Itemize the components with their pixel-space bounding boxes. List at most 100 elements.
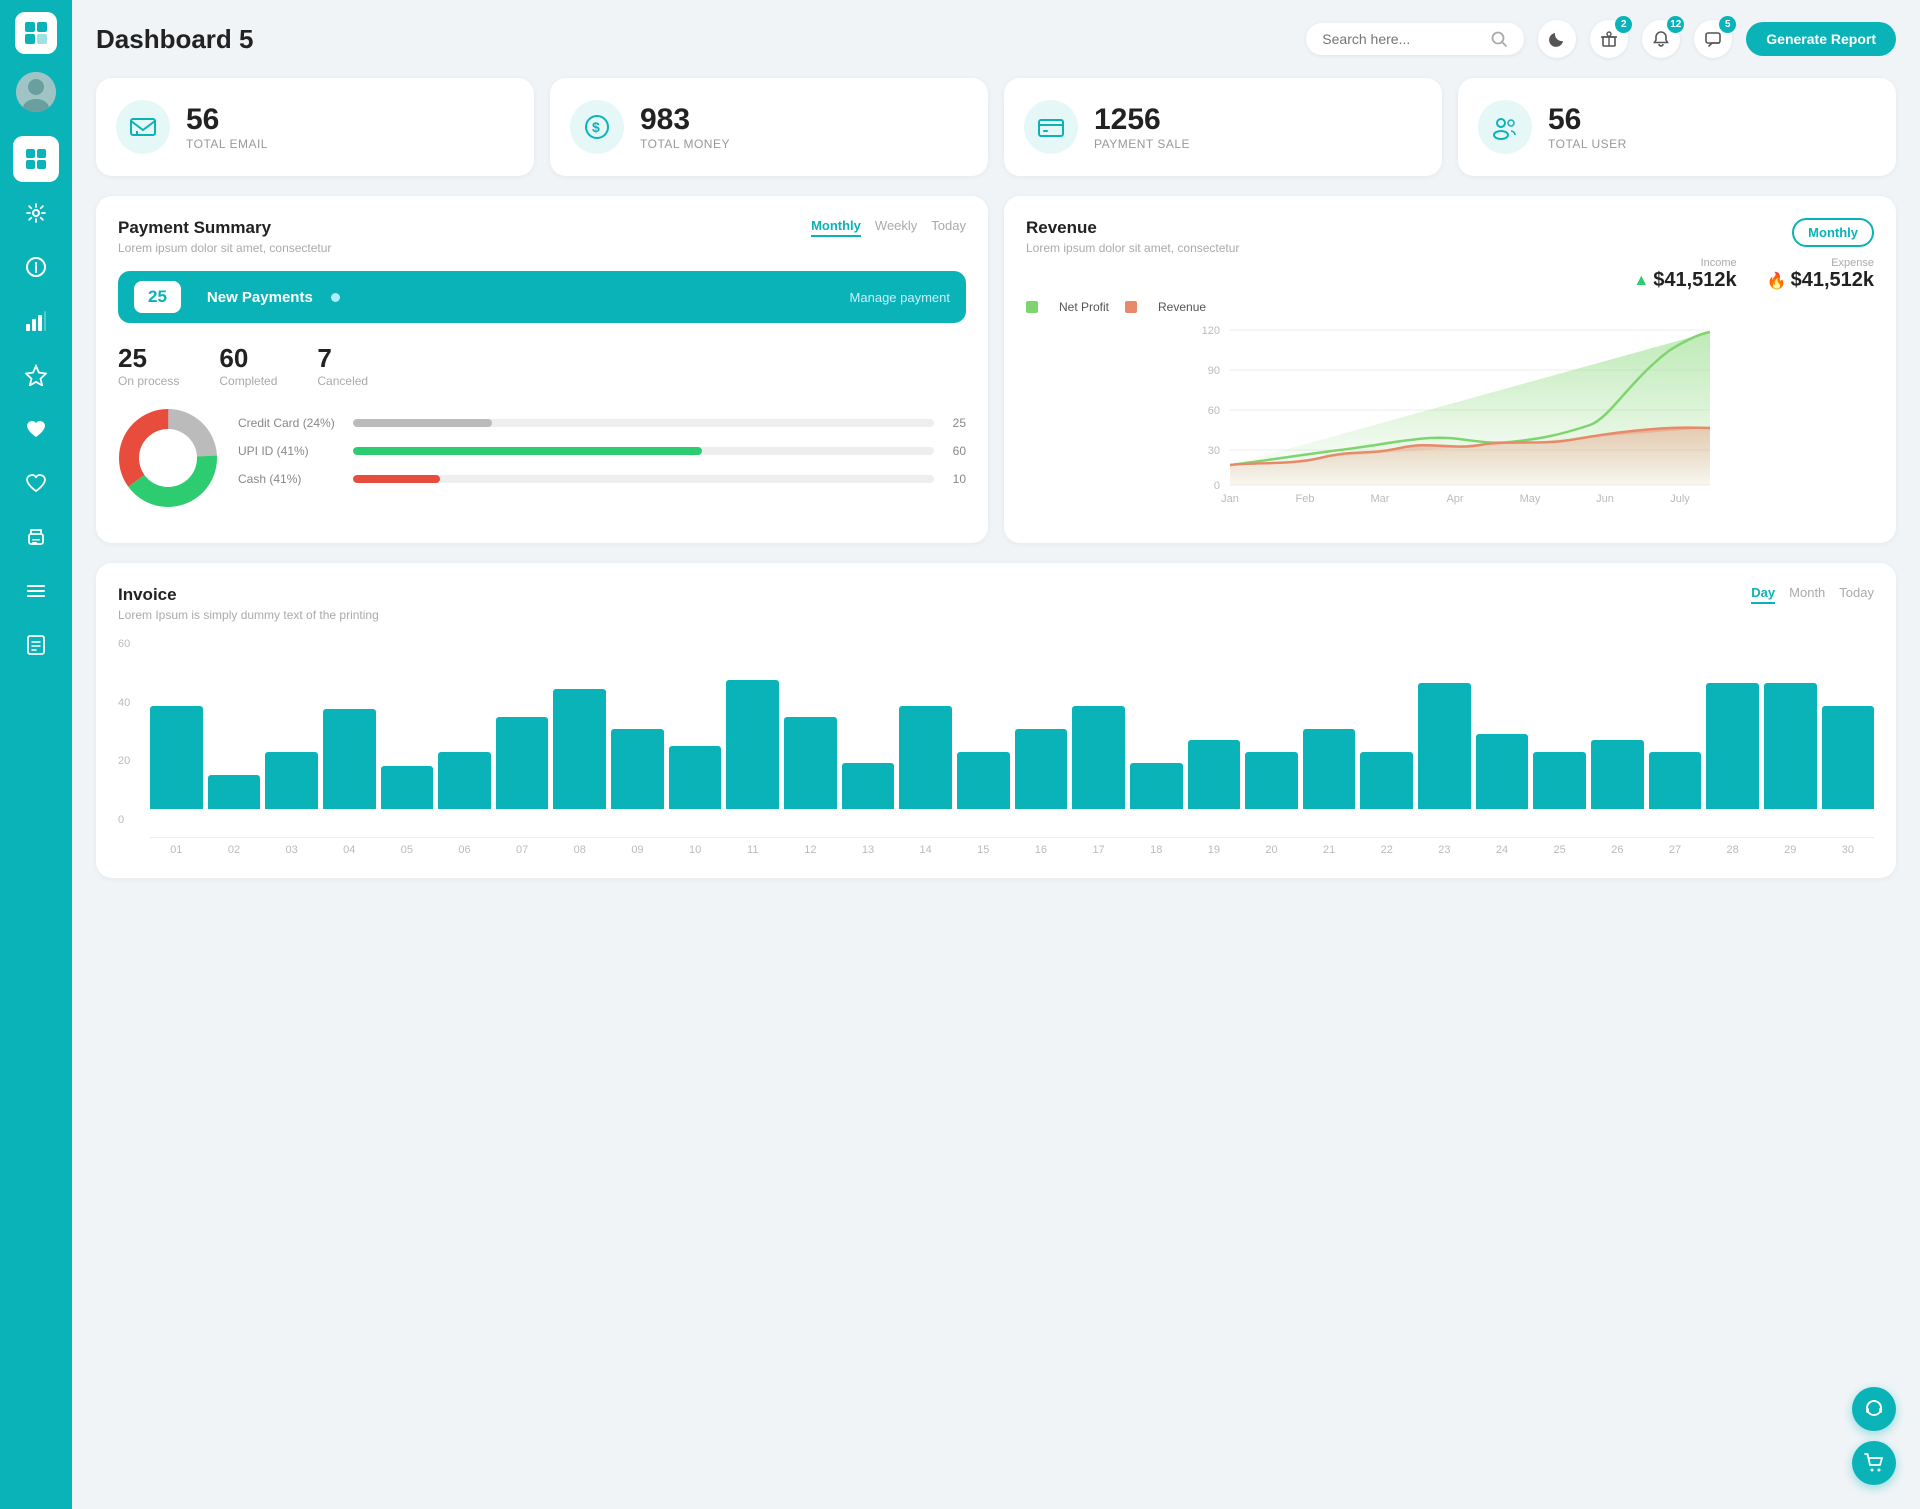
invoice-bar[interactable]: [1015, 729, 1068, 809]
invoice-bar[interactable]: [669, 746, 722, 809]
bar-val-upi: 60: [942, 444, 966, 458]
messages-badge: 5: [1719, 16, 1736, 33]
y-label-60: 60: [118, 638, 130, 650]
sidebar-item-heart-outline[interactable]: [13, 460, 59, 506]
income-label: Income: [1633, 257, 1736, 269]
invoice-bar[interactable]: [1822, 706, 1875, 809]
invoice-bar[interactable]: [381, 766, 434, 809]
invoice-bar[interactable]: [726, 680, 779, 809]
payment-stats: 25 On process 60 Completed 7 Canceled: [118, 343, 966, 388]
headset-icon: [1863, 1398, 1885, 1420]
x-label: 18: [1130, 844, 1183, 856]
invoice-bar[interactable]: [1188, 740, 1241, 809]
sidebar-item-docs[interactable]: [13, 622, 59, 668]
bar-label-upi: UPI ID (41%): [238, 444, 353, 458]
messages-btn[interactable]: 5: [1694, 20, 1732, 58]
sidebar-item-favorites[interactable]: [13, 352, 59, 398]
bell-icon: [1652, 30, 1670, 48]
invoice-bar[interactable]: [784, 717, 837, 809]
bar-cash: Cash (41%) 10: [238, 472, 966, 486]
invoice-title-wrap: Invoice Lorem Ipsum is simply dummy text…: [118, 585, 379, 622]
invoice-bar[interactable]: [496, 717, 549, 809]
revenue-monthly-btn[interactable]: Monthly: [1792, 218, 1874, 247]
search-icon: [1490, 30, 1508, 48]
manage-payment-link[interactable]: Manage payment: [850, 290, 950, 305]
svg-text:July: July: [1670, 493, 1690, 505]
cart-fab[interactable]: [1852, 1441, 1896, 1485]
invoice-bar[interactable]: [899, 706, 952, 809]
notifications-btn[interactable]: 12: [1642, 20, 1680, 58]
bar-label-cash: Cash (41%): [238, 472, 353, 486]
avatar[interactable]: [16, 72, 56, 112]
invoice-bar[interactable]: [1764, 683, 1817, 809]
invoice-bar[interactable]: [265, 752, 318, 809]
stat-on-process: 25 On process: [118, 343, 179, 388]
invoice-bar[interactable]: [1649, 752, 1702, 809]
generate-report-button[interactable]: Generate Report: [1746, 22, 1896, 56]
x-label: 15: [957, 844, 1010, 856]
invoice-bar[interactable]: [1476, 734, 1529, 809]
x-label: 14: [899, 844, 952, 856]
svg-text:30: 30: [1208, 445, 1220, 457]
dark-mode-btn[interactable]: [1538, 20, 1576, 58]
x-label: 28: [1706, 844, 1759, 856]
x-label: 16: [1015, 844, 1068, 856]
invoice-tab-today[interactable]: Today: [1839, 585, 1874, 604]
x-label: 24: [1476, 844, 1529, 856]
svg-text:Jun: Jun: [1596, 493, 1614, 505]
invoice-x-axis: 0102030405060708091011121314151617181920…: [150, 844, 1874, 856]
sidebar-item-dashboard[interactable]: [13, 136, 59, 182]
x-label: 04: [323, 844, 376, 856]
new-payment-row: 25 New Payments Manage payment: [118, 271, 966, 323]
sidebar-item-analytics[interactable]: [13, 298, 59, 344]
bar-fill-cc: [353, 419, 492, 427]
gift-btn[interactable]: 2: [1590, 20, 1628, 58]
invoice-bar[interactable]: [1072, 706, 1125, 809]
invoice-bar[interactable]: [1706, 683, 1759, 809]
invoice-tab-day[interactable]: Day: [1751, 585, 1775, 604]
search-input[interactable]: [1322, 31, 1482, 47]
invoice-bar[interactable]: [842, 763, 895, 809]
stat-info-user: 56 TOTAL USER: [1548, 103, 1627, 151]
x-label: 03: [265, 844, 318, 856]
net-profit-legend-label: Net Profit: [1059, 300, 1109, 314]
invoice-bar[interactable]: [1130, 763, 1183, 809]
support-fab[interactable]: [1852, 1387, 1896, 1431]
revenue-legend: Net Profit Revenue: [1026, 300, 1874, 314]
invoice-bar[interactable]: [611, 729, 664, 809]
invoice-bar[interactable]: [553, 689, 606, 809]
invoice-bar[interactable]: [323, 709, 376, 809]
sidebar-item-heart[interactable]: [13, 406, 59, 452]
invoice-bar[interactable]: [150, 706, 203, 809]
x-label: 09: [611, 844, 664, 856]
sidebar: [0, 0, 72, 1509]
main-content: Dashboard 5 2 12 5 Generate Report: [72, 0, 1920, 1509]
sidebar-item-print[interactable]: [13, 514, 59, 560]
tab-weekly[interactable]: Weekly: [875, 218, 917, 237]
invoice-tab-month[interactable]: Month: [1789, 585, 1825, 604]
bar-val-cc: 25: [942, 416, 966, 430]
x-label: 26: [1591, 844, 1644, 856]
invoice-bar[interactable]: [1303, 729, 1356, 809]
invoice-bar[interactable]: [208, 775, 261, 809]
sidebar-item-list[interactable]: [13, 568, 59, 614]
invoice-bar[interactable]: [1245, 752, 1298, 809]
sidebar-item-settings[interactable]: [13, 190, 59, 236]
x-label: 06: [438, 844, 491, 856]
invoice-bar[interactable]: [1591, 740, 1644, 809]
stat-canceled: 7 Canceled: [317, 343, 368, 388]
tab-monthly[interactable]: Monthly: [811, 218, 861, 237]
tab-today[interactable]: Today: [931, 218, 966, 237]
invoice-bar[interactable]: [1360, 752, 1413, 809]
invoice-bar[interactable]: [957, 752, 1010, 809]
email-icon: [129, 113, 157, 141]
revenue-title-wrap: Revenue Lorem ipsum dolor sit amet, cons…: [1026, 218, 1239, 255]
income-value: $41,512k: [1653, 269, 1736, 292]
payment-summary-card: Payment Summary Lorem ipsum dolor sit am…: [96, 196, 988, 543]
invoice-bar[interactable]: [1533, 752, 1586, 809]
gift-icon: [1600, 30, 1618, 48]
invoice-bar[interactable]: [1418, 683, 1471, 809]
sidebar-item-info[interactable]: [13, 244, 59, 290]
invoice-bar[interactable]: [438, 752, 491, 809]
sidebar-logo[interactable]: [15, 12, 57, 54]
